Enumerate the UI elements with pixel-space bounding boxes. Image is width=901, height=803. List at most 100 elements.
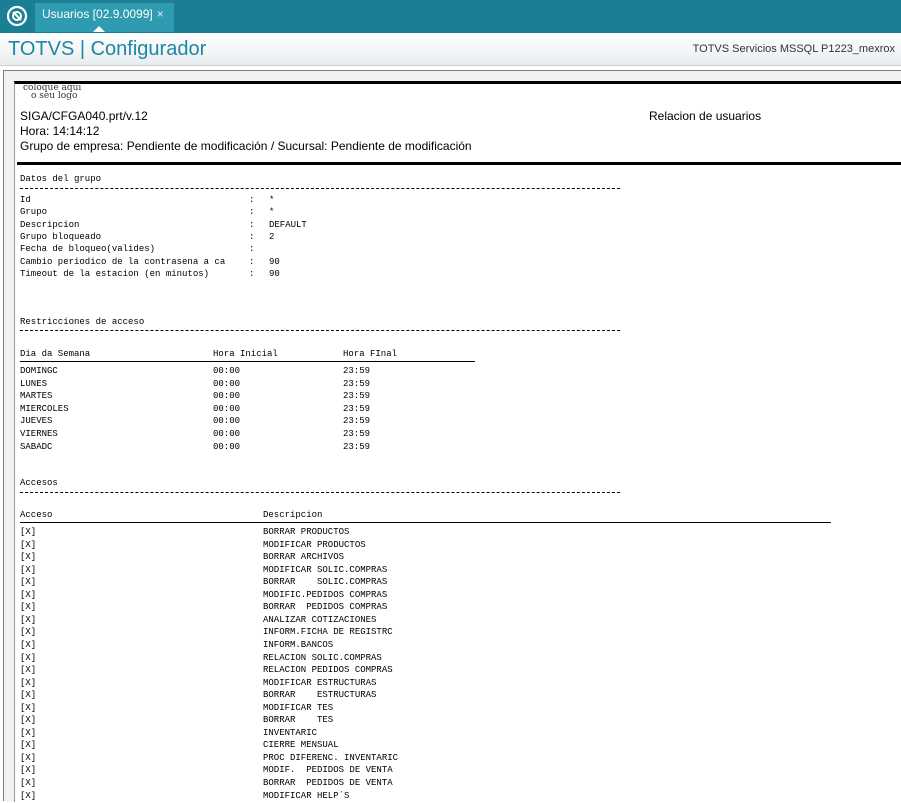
- day-cell: DOMINGC: [20, 366, 58, 376]
- end-cell: 23:59: [343, 441, 371, 452]
- report-title: Relacion de usuarios: [649, 109, 762, 123]
- start-cell: 00:00: [213, 378, 241, 389]
- column-header: Dia da Semana: [20, 349, 91, 359]
- end-cell: 23:59: [343, 366, 371, 376]
- description-cell: ANALIZAR COTIZACIONES: [263, 614, 377, 625]
- access-cell: [X]: [20, 752, 37, 763]
- field-value: *: [269, 195, 275, 205]
- access-cell: [X]: [20, 715, 37, 726]
- field-value: 90: [269, 256, 280, 267]
- access-cell: [X]: [20, 614, 37, 625]
- top-bar: Usuarios [02.9.0099] ×: [0, 0, 901, 33]
- home-icon[interactable]: [6, 5, 28, 27]
- description-cell: PROC DIFERENC. INVENTARIC: [263, 752, 399, 763]
- start-cell: 00:00: [213, 441, 241, 452]
- field-value: 90: [269, 268, 280, 279]
- field-separator: :: [249, 244, 255, 255]
- end-cell: 23:59: [343, 403, 371, 414]
- section-title: Accesos: [20, 478, 58, 488]
- description-cell: BORRAR PEDIDOS DE VENTA: [263, 778, 393, 788]
- start-cell: 00:00: [213, 391, 241, 402]
- tab-label: Usuarios [02.9.0099]: [42, 7, 153, 21]
- description-cell: BORRAR PRODUCTOS: [263, 527, 350, 537]
- description-cell: INFORM.BANCOS: [263, 639, 334, 650]
- app-header: TOTVS | Configurador TOTVS Servicios MSS…: [0, 33, 901, 66]
- access-cell: [X]: [20, 690, 37, 701]
- field-label: Cambio periodico de la contrasena a ca: [20, 256, 226, 267]
- report-page: coloque aqui o seu logo SIGA/CFGA040.prt…: [14, 81, 901, 802]
- day-cell: LUNES: [20, 378, 48, 389]
- tab-active-indicator: [93, 26, 105, 32]
- access-cell: [X]: [20, 627, 37, 638]
- field-label: Id: [20, 195, 31, 205]
- section-divider: [20, 492, 620, 493]
- column-header: Hora FInal: [343, 349, 398, 359]
- field-separator: :: [249, 231, 255, 242]
- access-cell: [X]: [20, 564, 37, 575]
- description-cell: MODIFICAR PRODUCTOS: [263, 539, 366, 550]
- end-cell: 23:59: [343, 391, 371, 402]
- header-underline: [20, 361, 475, 362]
- page-title: TOTVS | Configurador: [8, 38, 207, 60]
- field-separator: :: [249, 268, 255, 279]
- program-name: SIGA/CFGA040.prt/v.12: [20, 109, 148, 123]
- field-label: Grupo: [20, 207, 48, 218]
- field-label: Grupo bloqueado: [20, 231, 102, 242]
- field-label: Timeout de la estacion (en minutos): [20, 268, 210, 279]
- day-cell: SABADC: [20, 441, 53, 452]
- start-cell: 00:00: [213, 416, 241, 427]
- field-value: DEFAULT: [269, 219, 307, 230]
- start-cell: 00:00: [213, 403, 241, 414]
- field-separator: :: [249, 195, 255, 205]
- description-cell: INVENTARIC: [263, 727, 318, 738]
- access-cell: [X]: [20, 727, 37, 738]
- access-cell: [X]: [20, 740, 37, 751]
- column-header: Descripcion: [263, 510, 323, 520]
- day-cell: MARTES: [20, 391, 53, 402]
- section-title: Restricciones de acceso: [20, 317, 145, 327]
- access-cell: [X]: [20, 527, 37, 537]
- access-cell: [X]: [20, 552, 37, 563]
- access-cell: [X]: [20, 790, 37, 801]
- access-cell: [X]: [20, 765, 37, 776]
- end-cell: 23:59: [343, 378, 371, 389]
- header-divider: [17, 162, 901, 165]
- end-cell: 23:59: [343, 429, 371, 439]
- field-value: *: [269, 207, 275, 218]
- field-value: 2: [269, 231, 275, 242]
- tab-usuarios[interactable]: Usuarios [02.9.0099] ×: [35, 3, 174, 32]
- description-cell: RELACION SOLIC.COMPRAS: [263, 652, 382, 663]
- logo-placeholder: coloque aqui o seu logo: [23, 84, 81, 101]
- column-header: Hora Inicial: [213, 349, 278, 359]
- access-cell: [X]: [20, 589, 37, 600]
- access-cell: [X]: [20, 677, 37, 688]
- report-time: Hora: 14:14:12: [20, 124, 100, 138]
- column-header: Acceso: [20, 510, 53, 520]
- access-cell: [X]: [20, 652, 37, 663]
- description-cell: BORRAR ARCHIVOS: [263, 552, 345, 563]
- field-separator: :: [249, 207, 255, 218]
- report-viewer[interactable]: coloque aqui o seu logo SIGA/CFGA040.prt…: [3, 70, 901, 802]
- description-cell: MODIFICAR SOLIC.COMPRAS: [263, 564, 388, 575]
- access-cell: [X]: [20, 539, 37, 550]
- description-cell: MODIFICAR HELP´S: [263, 790, 350, 801]
- field-separator: :: [249, 256, 255, 267]
- start-cell: 00:00: [213, 366, 241, 376]
- header-underline: [20, 522, 831, 523]
- field-label: Descripcion: [20, 219, 80, 230]
- description-cell: INFORM.FICHA DE REGISTRC: [263, 627, 393, 638]
- access-cell: [X]: [20, 778, 37, 788]
- company-info: Grupo de empresa: Pendiente de modificac…: [20, 139, 472, 153]
- description-cell: MODIFICAR ESTRUCTURAS: [263, 677, 377, 688]
- access-cell: [X]: [20, 639, 37, 650]
- access-cell: [X]: [20, 702, 37, 713]
- section-divider: [20, 188, 620, 189]
- logo-line: o seu logo: [31, 91, 78, 101]
- day-cell: MIERCOLES: [20, 403, 69, 414]
- close-icon[interactable]: ×: [157, 7, 164, 21]
- access-cell: [X]: [20, 577, 37, 588]
- access-cell: [X]: [20, 602, 37, 613]
- start-cell: 00:00: [213, 429, 241, 439]
- section-title: Datos del grupo: [20, 174, 102, 184]
- section-divider: [20, 330, 620, 331]
